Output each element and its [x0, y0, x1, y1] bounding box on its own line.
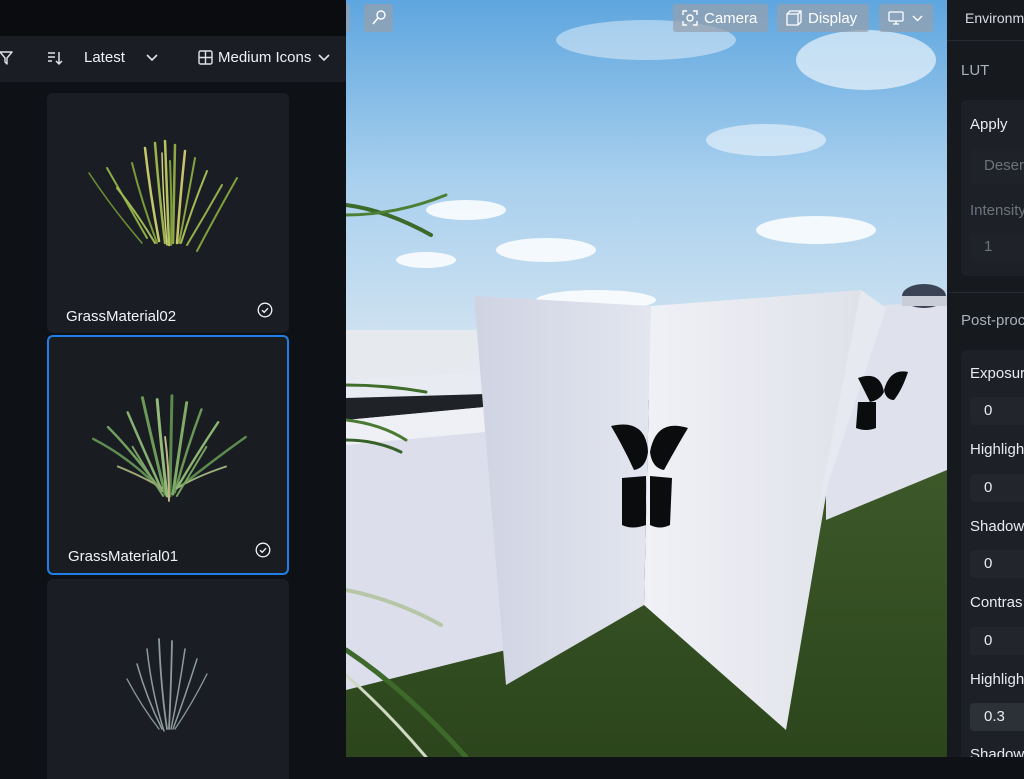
highlights-value: 0 — [984, 479, 993, 496]
monitor-icon — [888, 10, 912, 26]
shadow-tint-label: Shadow — [970, 746, 1024, 757]
check-circle-icon — [257, 302, 273, 323]
sort-dropdown[interactable]: Latest — [84, 49, 158, 66]
contrast-value: 0 — [984, 632, 993, 649]
intensity-value: 1 — [984, 238, 993, 255]
display-button[interactable]: Display — [777, 4, 869, 32]
highlights-input[interactable]: 0 — [970, 474, 1024, 502]
chevron-down-icon — [318, 53, 330, 62]
exposure-label: Exposur — [970, 365, 1024, 382]
properties-header: Environm — [947, 0, 1024, 41]
properties-panel: Environm LUT Apply Deser Intensity 1 Pos… — [947, 0, 1024, 757]
exposure-value: 0 — [984, 402, 993, 419]
asset-card[interactable] — [47, 579, 289, 779]
cube-icon — [786, 10, 808, 26]
environment-tab[interactable]: Environm — [965, 10, 1024, 26]
brush-tool-button[interactable] — [364, 4, 393, 32]
asset-card-selected[interactable]: GrassMaterial01 — [47, 335, 289, 575]
contrast-input[interactable]: 0 — [970, 627, 1024, 655]
view-mode-dropdown[interactable]: Medium Icons — [198, 49, 330, 66]
lut-preset-placeholder: Deser — [984, 157, 1024, 174]
grid-view-icon — [198, 50, 213, 65]
check-circle-icon — [255, 542, 271, 563]
highlight-tint-value: 0.3 — [984, 708, 1005, 725]
asset-browser-topbar — [0, 0, 346, 36]
highlight-tint-input[interactable]: 0.3 — [970, 703, 1024, 731]
render-settings-dropdown[interactable] — [879, 4, 933, 32]
sort-dropdown-label: Latest — [84, 49, 125, 66]
chevron-down-icon — [912, 14, 923, 22]
lut-section-title: LUT — [961, 62, 990, 79]
view-mode-label: Medium Icons — [218, 49, 312, 66]
grass-thumbnail — [88, 139, 238, 252]
post-processing-section-title: Post-proc — [961, 312, 1024, 329]
scene-render — [346, 0, 947, 757]
asset-card[interactable]: GrassMaterial02 — [47, 93, 289, 333]
camera-button[interactable]: Camera — [673, 4, 768, 32]
filter-icon[interactable] — [0, 50, 14, 66]
section-divider — [947, 292, 1024, 293]
chevron-down-icon — [146, 53, 158, 62]
intensity-input[interactable]: 1 — [970, 233, 1024, 261]
asset-name: GrassMaterial02 — [66, 308, 177, 325]
intensity-label: Intensity — [970, 202, 1024, 219]
brush-icon — [370, 9, 388, 27]
lut-preset-select[interactable]: Deser — [970, 148, 1024, 184]
asset-name: GrassMaterial01 — [68, 548, 179, 565]
display-label: Display — [808, 9, 858, 27]
viewport-tool-button[interactable] — [346, 4, 350, 32]
shadows-value: 0 — [984, 555, 993, 572]
apply-label: Apply — [970, 116, 1008, 133]
exposure-input[interactable]: 0 — [970, 397, 1024, 425]
asset-browser-panel: Latest Medium Icons GrassMaterial02 Gras… — [0, 0, 346, 779]
highlight-tint-label: Highligh — [970, 671, 1024, 688]
camera-label: Camera — [704, 9, 758, 27]
scene-viewport[interactable]: Camera Display — [346, 0, 947, 757]
grass-thumbnail — [126, 638, 208, 732]
camera-icon — [682, 10, 704, 26]
shadows-label: Shadow — [970, 518, 1024, 535]
grass-thumbnail — [92, 394, 247, 502]
highlights-label: Highligh — [970, 441, 1024, 458]
asset-grid: GrassMaterial02 GrassMaterial01 — [0, 82, 346, 779]
contrast-label: Contras — [970, 594, 1023, 611]
shadows-input[interactable]: 0 — [970, 550, 1024, 578]
asset-toolbar: Latest Medium Icons — [0, 36, 346, 83]
sort-icon[interactable] — [46, 50, 64, 67]
